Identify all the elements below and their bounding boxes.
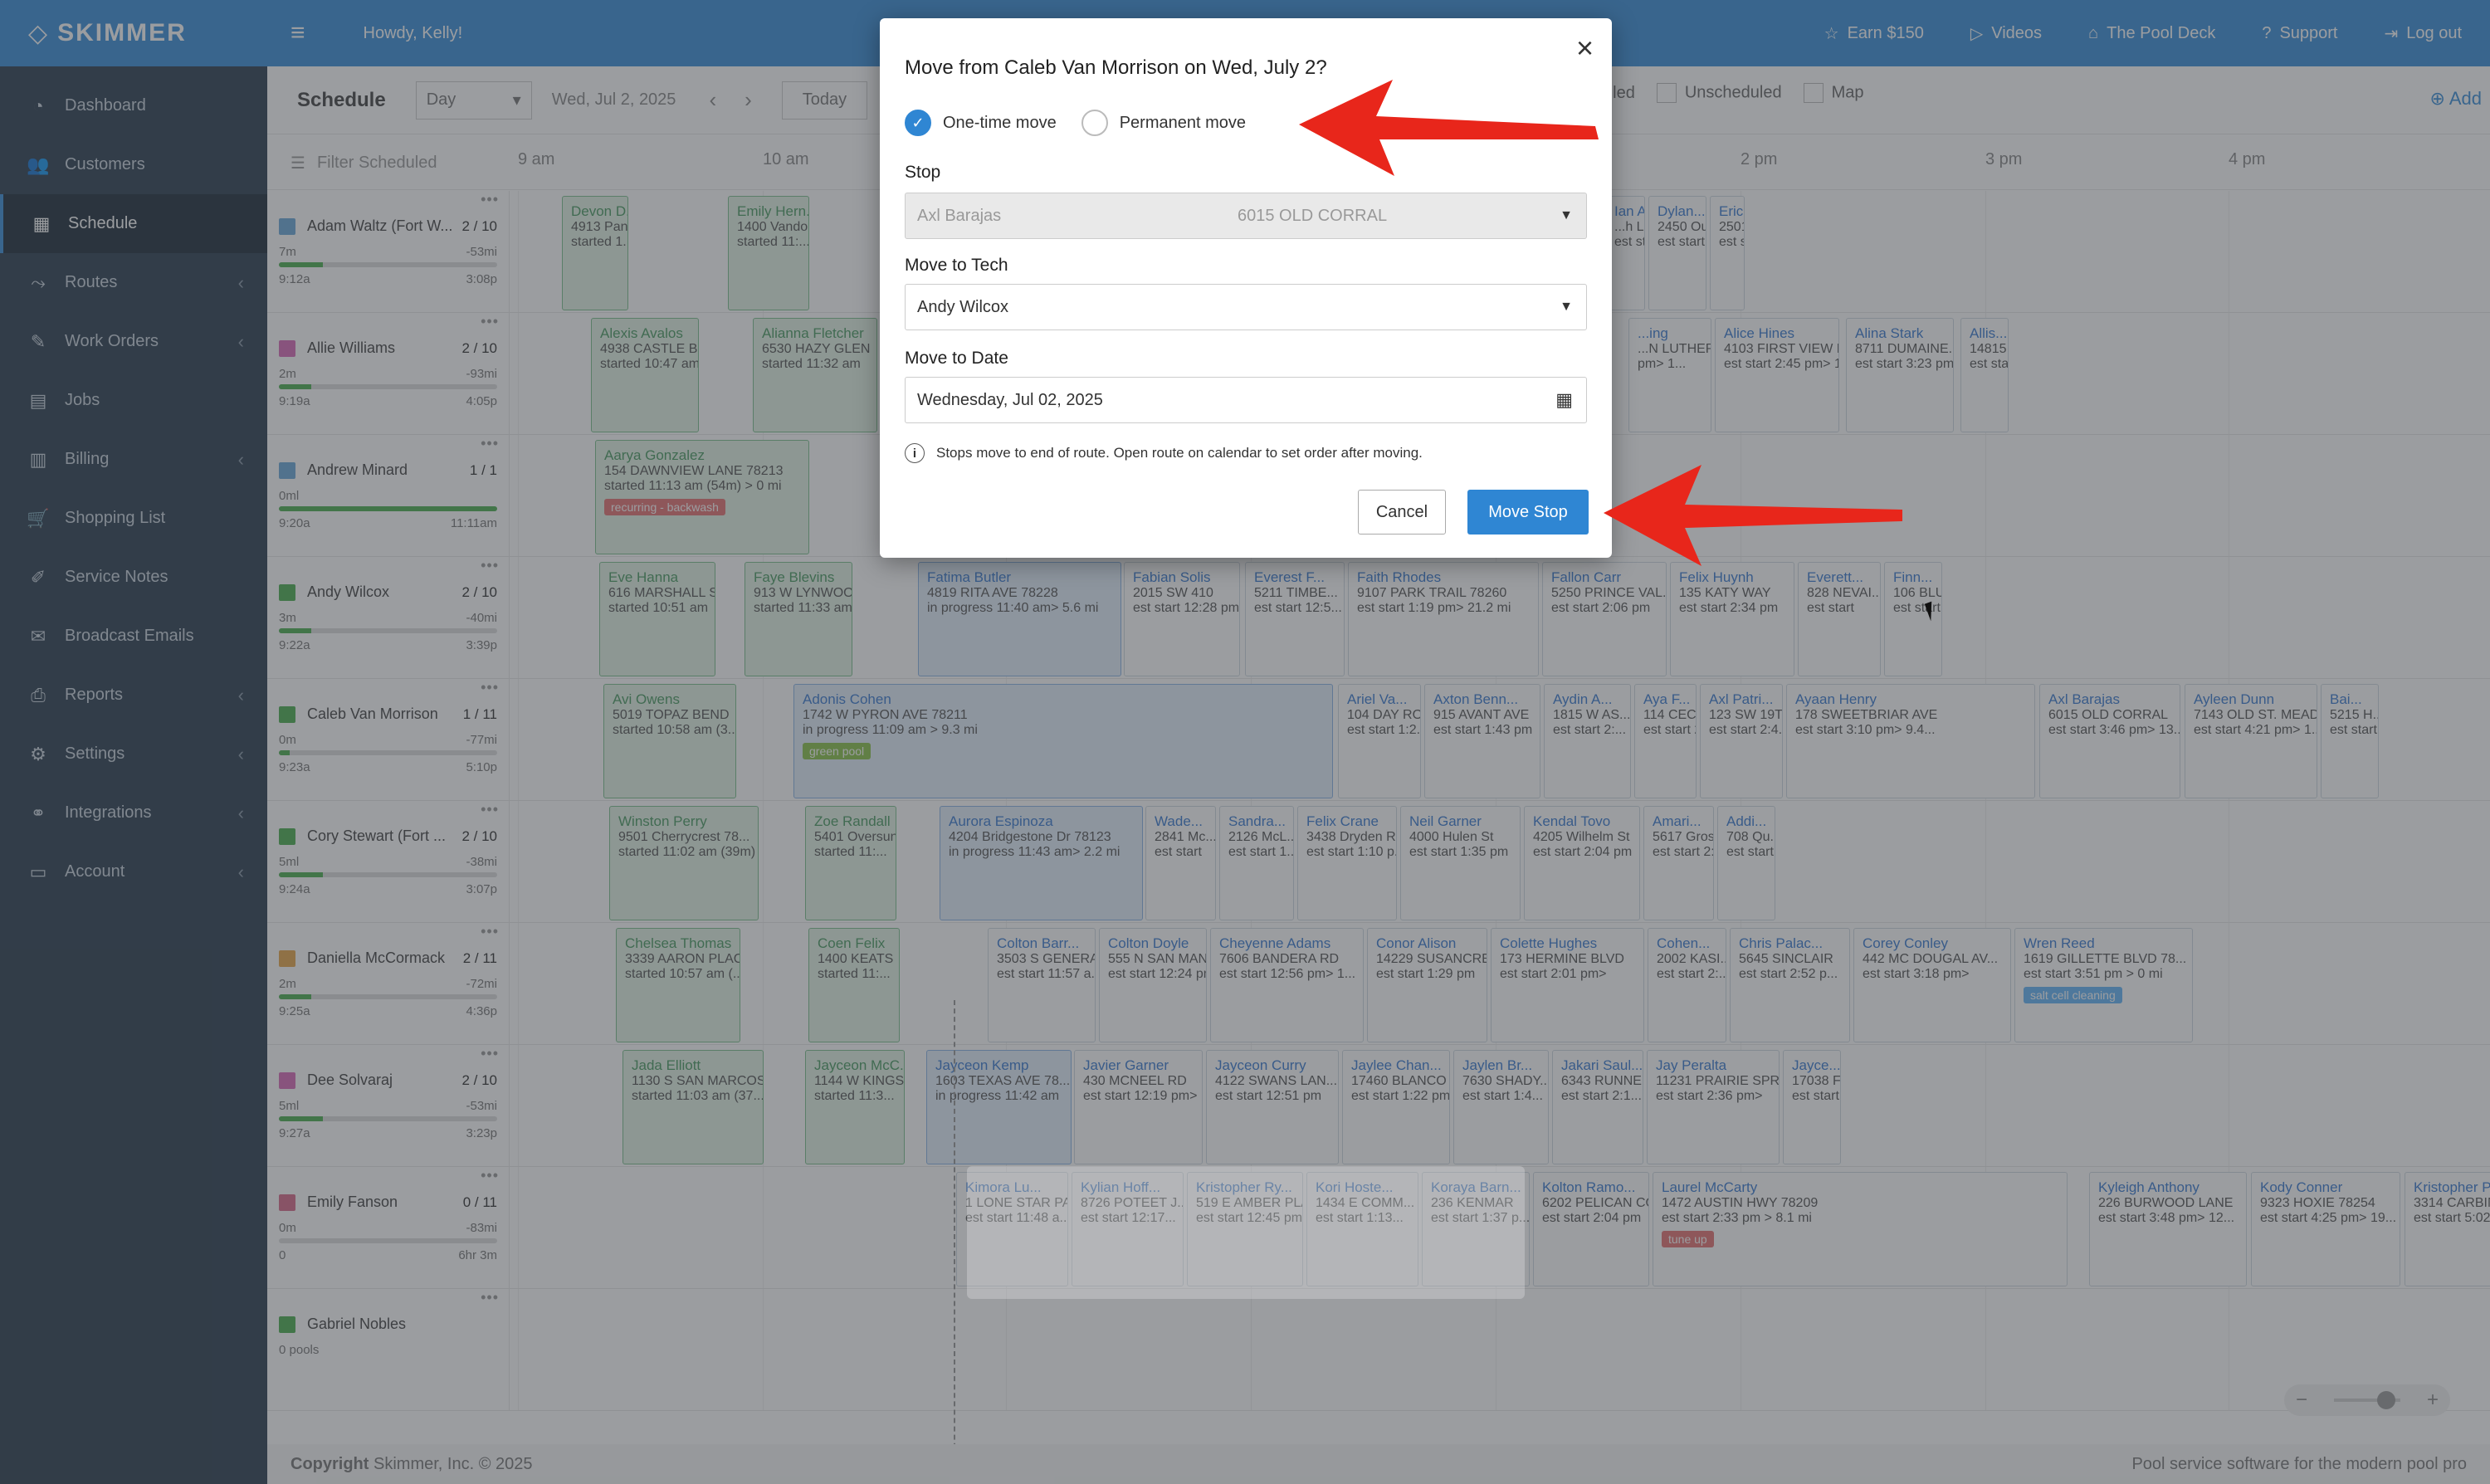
move-to-date-input[interactable]: Wednesday, Jul 02, 2025 ▦ [905,377,1587,423]
move-stop-dialog: × Move from Caleb Van Morrison on Wed, J… [880,18,1612,558]
check-icon: ✓ [911,114,925,131]
caret-down-icon: ▼ [1560,208,1573,222]
permanent-move-radio[interactable] [1081,110,1108,136]
date-label: Move to Date [905,349,1008,368]
move-to-tech-select[interactable]: Andy Wilcox ▼ [905,284,1587,330]
tech-label: Move to Tech [905,256,1008,275]
info-note: i Stops move to end of route. Open route… [905,443,1423,463]
one-time-move-label[interactable]: One-time move [943,114,1057,133]
stop-select: Axl Barajas 6015 OLD CORRAL ▼ [905,193,1587,239]
dialog-title: Move from Caleb Van Morrison on Wed, Jul… [905,56,1327,79]
move-type-radios: ✓ One-time move Permanent move [905,110,1246,136]
drag-ghost [967,1166,1525,1299]
stop-label: Stop [905,163,941,182]
one-time-move-radio[interactable]: ✓ [905,110,931,136]
close-icon[interactable]: × [1576,33,1594,63]
calendar-icon[interactable]: ▦ [1555,389,1573,411]
cancel-button[interactable]: Cancel [1358,490,1446,535]
app-root: { "topbar": { "logo": "SKIMMER", "greeti… [0,0,2490,1484]
caret-down-icon: ▼ [1560,300,1573,314]
info-icon: i [905,443,925,463]
move-stop-button[interactable]: Move Stop [1467,490,1589,535]
permanent-move-label[interactable]: Permanent move [1120,114,1246,133]
